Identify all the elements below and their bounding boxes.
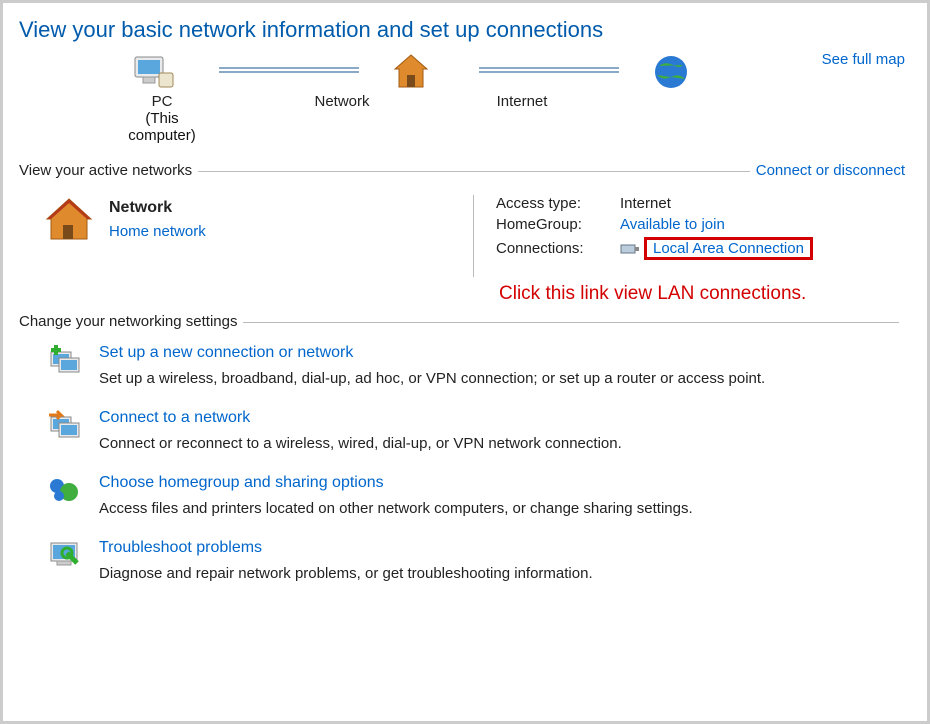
access-type-value: Internet <box>620 195 671 212</box>
troubleshoot-link[interactable]: Troubleshoot problems <box>99 539 593 557</box>
network-icon <box>389 51 449 93</box>
homegroup-link[interactable]: Available to join <box>620 216 725 233</box>
troubleshoot-desc: Diagnose and repair network problems, or… <box>99 565 593 582</box>
local-area-connection-link[interactable]: Local Area Connection <box>653 240 804 257</box>
change-settings-heading: Change your networking settings <box>19 313 237 330</box>
access-type-label: Access type: <box>496 195 620 212</box>
house-icon <box>43 195 95 243</box>
nic-icon <box>620 242 640 256</box>
map-label-internet: Internet <box>477 93 567 144</box>
internet-icon <box>649 51 709 93</box>
connect-network-desc: Connect or reconnect to a wireless, wire… <box>99 435 622 452</box>
connect-disconnect-link[interactable]: Connect or disconnect <box>756 162 905 179</box>
map-label-network: Network <box>297 93 387 144</box>
homegroup-options-link[interactable]: Choose homegroup and sharing options <box>99 474 693 492</box>
pc-icon <box>129 51 189 93</box>
setup-connection-desc: Set up a wireless, broadband, dial-up, a… <box>99 370 765 387</box>
link-segment-icon <box>219 67 359 73</box>
network-type-link[interactable]: Home network <box>109 223 206 240</box>
link-segment-icon <box>479 67 619 73</box>
map-label-pc: PC (This computer) <box>117 93 207 144</box>
homegroup-icon <box>47 474 83 506</box>
connection-highlight-box: Local Area Connection <box>644 237 813 260</box>
homegroup-options-desc: Access files and printers located on oth… <box>99 500 693 517</box>
network-name: Network <box>109 199 206 217</box>
troubleshoot-icon <box>47 539 83 571</box>
connect-network-link[interactable]: Connect to a network <box>99 409 622 427</box>
annotation-text: Click this link view LAN connections. <box>499 283 905 305</box>
homegroup-label: HomeGroup: <box>496 216 620 233</box>
setup-connection-icon <box>47 344 83 376</box>
active-networks-heading: View your active networks <box>19 162 192 179</box>
see-full-map-link[interactable]: See full map <box>822 51 905 68</box>
page-title: View your basic network information and … <box>19 17 905 43</box>
setup-connection-link[interactable]: Set up a new connection or network <box>99 344 765 362</box>
connect-network-icon <box>47 409 83 441</box>
connections-label: Connections: <box>496 240 620 257</box>
